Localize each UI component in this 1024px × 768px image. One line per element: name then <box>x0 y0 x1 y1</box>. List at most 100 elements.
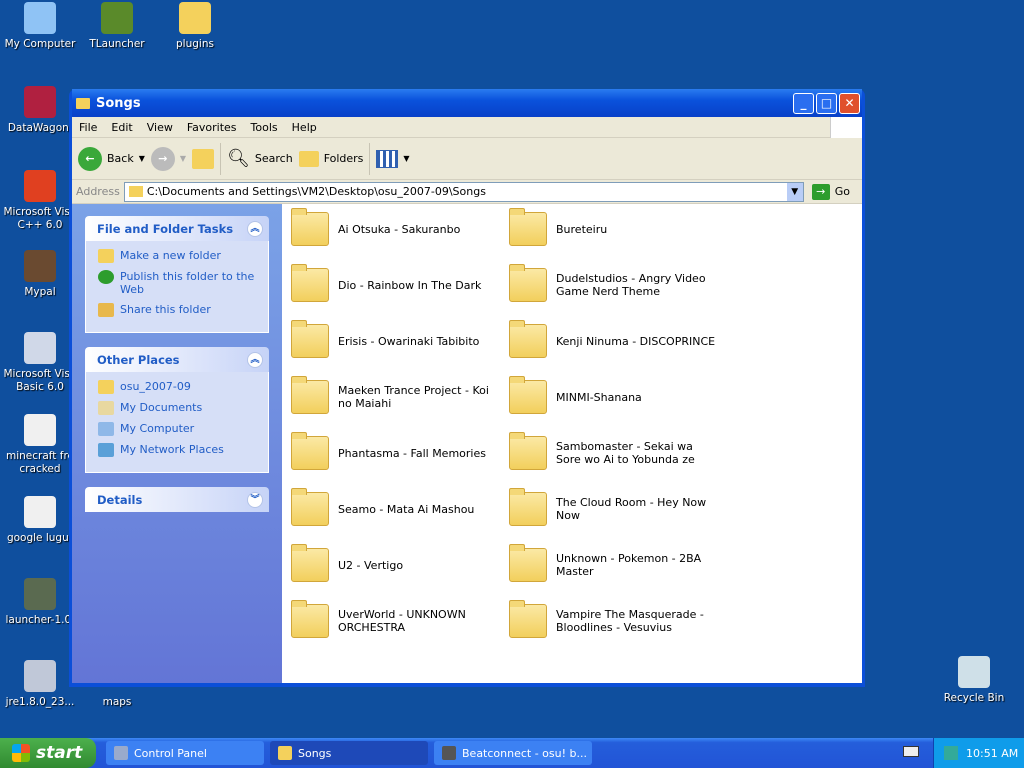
folder-icon <box>509 544 547 582</box>
menu-file[interactable]: File <box>72 121 104 134</box>
task-songs[interactable]: Songs <box>270 741 428 765</box>
desktop-icon-label: DataWagon. <box>7 122 73 134</box>
folder-item[interactable]: Kenji Ninuma - DISCOPRINCE <box>509 320 719 358</box>
search-button[interactable]: 🔍︎ Search <box>227 148 293 169</box>
other-places-panel: Other Places ︽ osu_2007-09 My Documents M… <box>85 347 269 473</box>
go-button[interactable]: → Go <box>808 183 858 200</box>
desktop-icon-microsoft-visu-c-6-0[interactable]: Microsoft Visu C++ 6.0 <box>0 170 80 232</box>
file-folder-tasks-panel: File and Folder Tasks ︽ Make a new folder… <box>85 216 269 333</box>
details-panel: Details ︾ <box>85 487 269 512</box>
folder-name: Kenji Ninuma - DISCOPRINCE <box>556 334 716 348</box>
task-control-panel[interactable]: Control Panel <box>106 741 264 765</box>
back-button[interactable]: ← Back ▼ <box>78 146 145 171</box>
panel-header[interactable]: Other Places ︽ <box>85 347 269 372</box>
desktop-icon-label: google lugur <box>6 532 74 544</box>
folder-contents: Ai Otsuka - Sakuranbo Bureteiru Dio - Rain… <box>282 204 862 683</box>
keyboard-icon[interactable] <box>903 746 919 757</box>
folder-item[interactable]: The Cloud Room - Hey Now Now <box>509 488 719 526</box>
desktop-icon-minecraft-fre-cracked[interactable]: minecraft fre cracked <box>0 414 80 476</box>
folders-icon <box>298 150 319 167</box>
forward-arrow-icon: → <box>150 146 175 171</box>
menu-tools[interactable]: Tools <box>244 121 285 134</box>
desktop-icon-datawagon-[interactable]: DataWagon. <box>0 86 80 135</box>
collapse-icon[interactable]: ︽ <box>247 351 263 368</box>
desktop-icon-jre1-8-0-23-[interactable]: jre1.8.0_23... <box>0 660 80 709</box>
folder-name: Vampire The Masquerade - Bloodlines - Ve… <box>556 608 704 634</box>
publish-folder-link[interactable]: Publish this folder to the Web <box>98 270 256 296</box>
menu-edit[interactable]: Edit <box>104 121 139 134</box>
desktop-icon-tlauncher[interactable]: TLauncher <box>77 2 157 51</box>
start-button[interactable]: start <box>0 738 96 768</box>
desktop-icon-label: plugins <box>176 38 214 50</box>
forward-button[interactable]: → ▼ <box>150 146 186 171</box>
desktop-icon-label: TLauncher <box>89 38 145 50</box>
desktop-icon-google-lugur[interactable]: google lugur <box>0 496 80 545</box>
folder-item[interactable]: Ai Otsuka - Sakuranbo <box>291 208 501 246</box>
address-input[interactable]: C:\Documents and Settings\VM2\Desktop\os… <box>123 181 804 202</box>
taskbar: start Control Panel Songs Beatconnect - … <box>0 738 1024 768</box>
maximize-button[interactable]: □ <box>816 92 837 114</box>
shortcut-icon <box>179 2 211 34</box>
menu-view[interactable]: View <box>140 121 180 134</box>
shortcut-icon <box>24 170 56 202</box>
task-beatconnect[interactable]: Beatconnect - osu! b... <box>434 741 592 765</box>
up-folder-button[interactable] <box>192 148 215 169</box>
folder-item[interactable]: Dio - Rainbow In The Dark <box>291 264 501 302</box>
expand-icon[interactable]: ︾ <box>247 491 263 508</box>
link-my-documents[interactable]: My Documents <box>98 401 256 415</box>
desktop-icon-microsoft-visu-basic-6-0[interactable]: Microsoft Visu Basic 6.0 <box>0 332 80 394</box>
desktop-icon-label: maps <box>102 696 132 708</box>
folder-name: Ai Otsuka - Sakuranbo <box>338 222 461 236</box>
collapse-icon[interactable]: ︽ <box>247 220 263 237</box>
folder-name: The Cloud Room - Hey Now Now <box>556 496 707 522</box>
folder-item[interactable]: U2 - Vertigo <box>291 544 501 582</box>
folder-item[interactable]: Bureteiru <box>509 208 719 246</box>
desktop-icon-plugins[interactable]: plugins <box>155 2 235 51</box>
windows-logo-icon <box>830 116 862 138</box>
views-button[interactable]: ▼ <box>376 149 410 168</box>
system-tray: 10:51 AM <box>933 738 1024 768</box>
desktop-icon-launcher-1-0-[interactable]: launcher-1.0. <box>0 578 80 627</box>
link-osu-2007-09[interactable]: osu_2007-09 <box>98 380 256 394</box>
folder-name: Bureteiru <box>556 222 608 236</box>
title-bar[interactable]: Songs _ □ ✕ <box>72 89 862 117</box>
desktop-icon-mypal[interactable]: Mypal <box>0 250 80 299</box>
folder-icon <box>509 208 547 246</box>
link-my-network-places[interactable]: My Network Places <box>98 443 256 457</box>
close-button[interactable]: ✕ <box>839 92 860 114</box>
folder-name: Dio - Rainbow In The Dark <box>338 278 482 292</box>
folder-item[interactable]: MINMI-Shanana <box>509 376 719 414</box>
folders-button[interactable]: Folders <box>298 150 363 167</box>
folder-item[interactable]: Sambomaster - Sekai wa Sore wo Ai to Yob… <box>509 432 719 470</box>
panel-header[interactable]: Details ︾ <box>85 487 269 512</box>
share-folder-link[interactable]: Share this folder <box>98 303 256 317</box>
folder-item[interactable]: Vampire The Masquerade - Bloodlines - Ve… <box>509 600 719 638</box>
panel-header[interactable]: File and Folder Tasks ︽ <box>85 216 269 241</box>
minimize-button[interactable]: _ <box>793 92 814 114</box>
address-dropdown[interactable]: ▼ <box>786 182 803 201</box>
network-tray-icon[interactable] <box>944 746 958 760</box>
menu-help[interactable]: Help <box>285 121 324 134</box>
folder-item[interactable]: Dudelstudios - Angry Video Game Nerd The… <box>509 264 719 302</box>
windows-flag-icon <box>12 744 30 762</box>
folder-item[interactable]: Phantasma - Fall Memories <box>291 432 501 470</box>
desktop-icon-recycle-bin[interactable]: Recycle Bin <box>934 656 1014 705</box>
desktop-icon-label: My Computer <box>4 38 76 50</box>
back-arrow-icon: ← <box>78 146 102 171</box>
folder-item[interactable]: Maeken Trance Project - Koi no Maiahi <box>291 376 501 414</box>
folder-icon <box>291 600 329 638</box>
folder-item[interactable]: Seamo - Mata Ai Mashou <box>291 488 501 526</box>
link-my-computer[interactable]: My Computer <box>98 422 256 436</box>
make-new-folder-link[interactable]: Make a new folder <box>98 249 256 263</box>
folder-name: Seamo - Mata Ai Mashou <box>338 502 475 516</box>
shortcut-icon <box>24 332 56 364</box>
shortcut-icon <box>24 496 56 528</box>
menu-favorites[interactable]: Favorites <box>180 121 244 134</box>
folder-item[interactable]: UverWorld - UNKNOWN ORCHESTRA <box>291 600 501 638</box>
browser-icon <box>442 746 456 760</box>
folder-item[interactable]: Unknown - Pokemon - 2BA Master <box>509 544 719 582</box>
folder-item[interactable]: Erisis - Owarinaki Tabibito <box>291 320 501 358</box>
window-title: Songs <box>96 95 141 111</box>
folder-icon <box>291 488 329 526</box>
desktop-icon-my-computer[interactable]: My Computer <box>0 2 80 51</box>
